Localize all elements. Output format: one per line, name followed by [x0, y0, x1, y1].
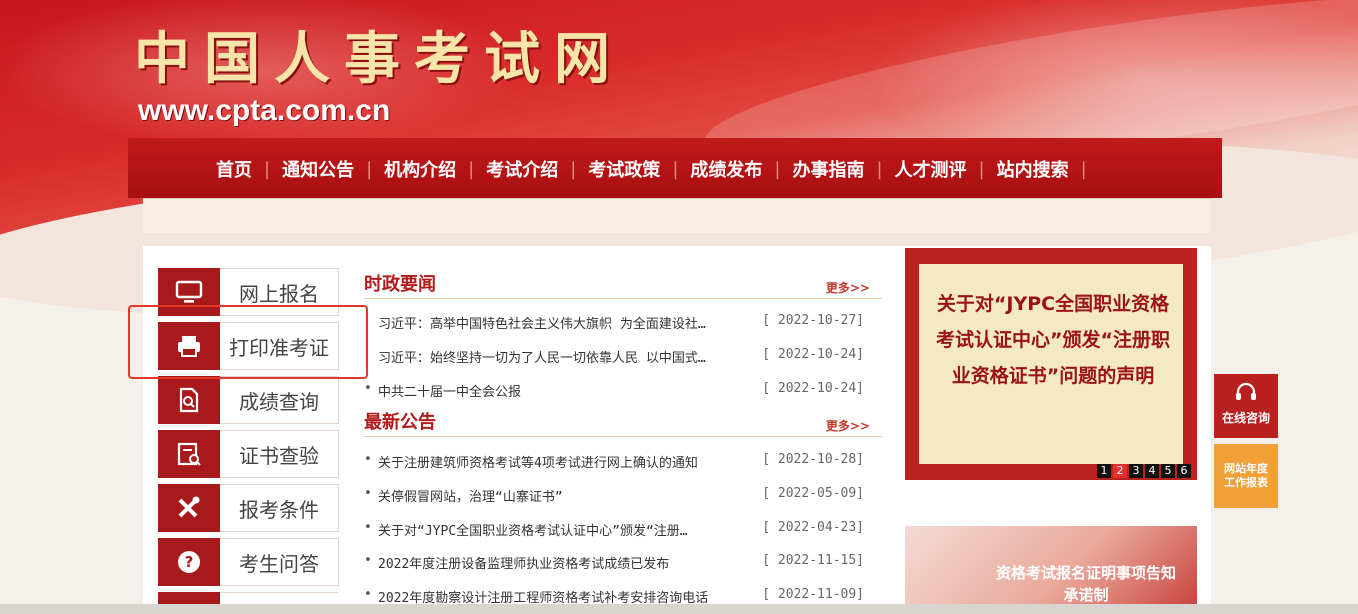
promo-text: 资格考试报名证明事项告知承诺制: [995, 564, 1176, 604]
nav-item[interactable]: 考试政策 |: [576, 156, 678, 182]
tools-icon: [158, 484, 220, 532]
list-item[interactable]: • 关于注册建筑师资格考试等4项考试进行网上确认的通知[ 2022-10-28]: [364, 452, 864, 472]
list-item[interactable]: • 关于对“JYPC全国职业资格考试认证中心”颁发“注册…[ 2022-04-23…: [364, 520, 864, 540]
nav-item[interactable]: 通知公告 |: [270, 156, 372, 182]
quick-menu-item[interactable]: ? 考生问答: [158, 538, 339, 586]
bullet-icon: •: [364, 486, 372, 501]
nav-item[interactable]: 考试介绍 |: [474, 156, 576, 182]
bullet-icon: •: [364, 452, 372, 467]
slide-page-button[interactable]: 6: [1177, 464, 1191, 478]
nav-list: 首页 | 通知公告 | 机构介绍 | 考试介绍 | 考试政策 | 成绩发布 | 办事指南 | 人才测评 | 站内…: [204, 156, 1087, 182]
feature-text[interactable]: 关于对“JYPC全国职业资格考试认证中心”颁发“注册职业资格证书”问题的声明: [935, 286, 1171, 394]
site-url: www.cpta.com.cn: [138, 94, 391, 127]
online-consult-label: 在线咨询: [1221, 411, 1270, 425]
question-icon: ?: [158, 538, 220, 586]
nav-separator: |: [1080, 158, 1087, 180]
slide-page-button[interactable]: 1: [1097, 464, 1111, 478]
headset-icon: [1214, 374, 1278, 407]
bottom-scroll-edge: [0, 604, 1358, 614]
list-item[interactable]: • 2022年度注册设备监理师执业资格考试成绩已发布[ 2022-11-15]: [364, 553, 864, 573]
sub-bar: [143, 198, 1211, 233]
bullet-icon: •: [364, 520, 372, 535]
list-item-title[interactable]: 2022年度注册设备监理师执业资格考试成绩已发布: [378, 553, 778, 572]
notices-more-link[interactable]: 更多>>: [826, 417, 870, 434]
site-title[interactable]: 中国人事考试网: [134, 14, 624, 95]
promo-banner[interactable]: 资格考试报名证明事项告知承诺制: [905, 526, 1197, 614]
nav-item-label: 人才测评: [894, 160, 967, 181]
nav-item-label: 考试介绍: [486, 160, 559, 181]
nav-item-label: 考试政策: [588, 160, 661, 181]
nav-item-label: 首页: [216, 160, 252, 181]
nav-item-label: 办事指南: [792, 160, 865, 181]
nav-item[interactable]: 办事指南 |: [780, 156, 882, 182]
highlight-box: [128, 305, 368, 379]
nav-item[interactable]: 机构介绍 |: [372, 156, 474, 182]
slide-page-button[interactable]: 3: [1129, 464, 1143, 478]
quick-menu-label: 证书查验: [220, 430, 339, 478]
list-item-date: [ 2022-10-24]: [762, 381, 864, 396]
nav-item-label: 站内搜索: [996, 160, 1069, 181]
quick-menu-item[interactable]: 证书查验: [158, 430, 339, 478]
document-search-icon: [158, 376, 220, 424]
svg-text:?: ?: [185, 553, 194, 571]
list-item-title[interactable]: 关于对“JYPC全国职业资格考试认证中心”颁发“注册…: [378, 520, 778, 539]
certificate-search-icon: [158, 430, 220, 478]
feature-card: 关于对“JYPC全国职业资格考试认证中心”颁发“注册职业资格证书”问题的声明: [919, 264, 1183, 464]
list-item-title[interactable]: 中共二十届一中全会公报: [378, 381, 778, 400]
list-item-date: [ 2022-10-24]: [762, 347, 864, 362]
bullet-icon: •: [364, 587, 372, 602]
slide-page-button[interactable]: 4: [1145, 464, 1159, 478]
quick-menu-item[interactable]: 成绩查询: [158, 376, 339, 424]
quick-menu-label: 报考条件: [220, 484, 339, 532]
list-item[interactable]: 习近平：始终坚持一切为了人民一切依靠人民 以中国式…[ 2022-10-24]: [364, 347, 864, 367]
nav-item[interactable]: 人才测评 |: [883, 156, 985, 182]
list-item-title[interactable]: 习近平：始终坚持一切为了人民一切依靠人民 以中国式…: [378, 347, 778, 366]
annual-report-button[interactable]: 网站年度工作报表: [1214, 444, 1278, 508]
list-item-date: [ 2022-11-15]: [762, 553, 864, 568]
nav-item[interactable]: 成绩发布 |: [678, 156, 780, 182]
slide-page-button[interactable]: 5: [1161, 464, 1175, 478]
notices-section-title: 最新公告: [364, 412, 436, 433]
nav-item[interactable]: 站内搜索 |: [985, 156, 1087, 182]
list-item-date: [ 2022-04-23]: [762, 520, 864, 535]
list-item-title[interactable]: 关停假冒网站，治理“山寨证书”: [378, 486, 778, 505]
list-item[interactable]: 习近平：高举中国特色社会主义伟大旗帜 为全面建设社…[ 2022-10-27]: [364, 313, 864, 333]
notices-section-header: 最新公告 更多>>: [364, 408, 882, 437]
online-consult-button[interactable]: 在线咨询: [1214, 374, 1278, 438]
list-item-title[interactable]: 关于注册建筑师资格考试等4项考试进行网上确认的通知: [378, 452, 778, 471]
list-item-date: [ 2022-10-27]: [762, 313, 864, 328]
main-nav: 首页 | 通知公告 | 机构介绍 | 考试介绍 | 考试政策 | 成绩发布 | 办事指南 | 人才测评 | 站内…: [128, 138, 1222, 198]
bullet-icon: •: [364, 381, 372, 396]
slide-pager: 123456: [1097, 464, 1193, 478]
list-item-date: [ 2022-05-09]: [762, 486, 864, 501]
list-item-title[interactable]: 习近平：高举中国特色社会主义伟大旗帜 为全面建设社…: [378, 313, 778, 332]
slide-page-button[interactable]: 2: [1113, 464, 1127, 478]
nav-item[interactable]: 首页 |: [204, 156, 270, 182]
list-item[interactable]: • 中共二十届一中全会公报[ 2022-10-24]: [364, 381, 864, 401]
nav-item-label: 通知公告: [282, 160, 355, 181]
list-item[interactable]: • 关停假冒网站，治理“山寨证书”[ 2022-05-09]: [364, 486, 864, 506]
news-section-title: 时政要闻: [364, 274, 436, 295]
nav-item-label: 机构介绍: [384, 160, 457, 181]
feature-slide[interactable]: 关于对“JYPC全国职业资格考试认证中心”颁发“注册职业资格证书”问题的声明: [905, 248, 1197, 480]
annual-report-label: 网站年度工作报表: [1224, 462, 1268, 489]
list-item-date: [ 2022-10-28]: [762, 452, 864, 467]
list-item-date: [ 2022-11-09]: [762, 587, 864, 602]
news-more-link[interactable]: 更多>>: [826, 279, 870, 296]
bullet-icon: •: [364, 553, 372, 568]
quick-menu-label: 考生问答: [220, 538, 339, 586]
news-section-header: 时政要闻 更多>>: [364, 270, 882, 299]
nav-item-label: 成绩发布: [690, 160, 763, 181]
quick-menu-label: 成绩查询: [220, 376, 339, 424]
quick-menu-item[interactable]: 报考条件: [158, 484, 339, 532]
